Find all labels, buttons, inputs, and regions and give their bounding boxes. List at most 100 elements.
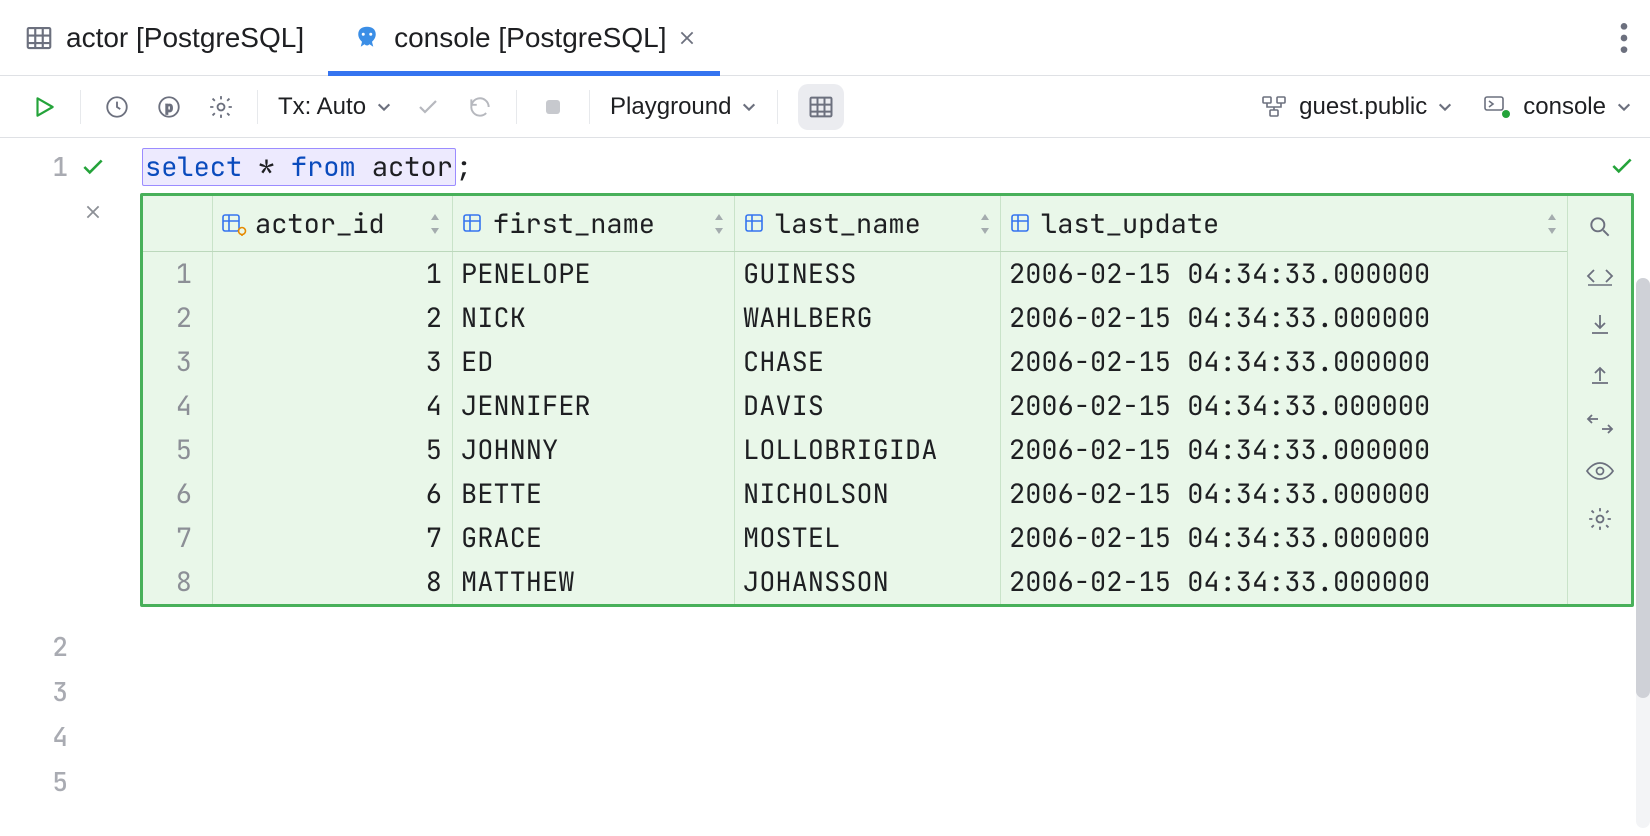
scrollbar-thumb[interactable] [1636,278,1650,698]
cell-last_update[interactable]: 2006-02-15 04:34:33.000000 [1001,472,1567,516]
cell-first_name[interactable]: ED [453,340,735,384]
gutter: 1 2 3 4 5 [0,138,140,836]
cell-actor_id[interactable]: 8 [213,560,453,604]
cell-actor_id[interactable]: 6 [213,472,453,516]
close-icon[interactable] [678,29,696,47]
cell-actor_id[interactable]: 2 [213,296,453,340]
work-area: 1 2 3 4 5 select * from actor; [0,138,1650,836]
scrollbar[interactable] [1636,278,1650,828]
cell-last_update[interactable]: 2006-02-15 04:34:33.000000 [1001,560,1567,604]
import-upload-icon[interactable] [1588,362,1612,388]
tab-bar: actor [PostgreSQL] console [PostgreSQL] [0,0,1650,76]
cell-last_name[interactable]: CHASE [735,340,1001,384]
cell-first_name[interactable]: GRACE [453,516,735,560]
cell-actor_id[interactable]: 4 [213,384,453,428]
grid-settings-icon[interactable] [1587,506,1613,532]
tab-label: console [PostgreSQL] [394,22,666,54]
column-header-last_name[interactable]: last_name [735,196,1001,251]
table-row[interactable]: 77GRACEMOSTEL2006-02-15 04:34:33.000000 [143,516,1567,560]
cell-actor_id[interactable]: 5 [213,428,453,472]
cell-last_name[interactable]: DAVIS [735,384,1001,428]
result-side-actions [1567,196,1631,604]
sort-icon[interactable] [978,214,992,234]
ide-menu-button[interactable] [1598,0,1650,75]
cell-last_name[interactable]: WAHLBERG [735,296,1001,340]
cell-last_name[interactable]: MOSTEL [735,516,1001,560]
line-ok-icon [68,154,118,180]
table-row[interactable]: 22NICKWAHLBERG2006-02-15 04:34:33.000000 [143,296,1567,340]
sort-icon[interactable] [1545,214,1559,234]
table-icon [24,23,54,53]
row-index: 1 [143,252,213,296]
table-row[interactable]: 66BETTENICHOLSON2006-02-15 04:34:33.0000… [143,472,1567,516]
datasource-selector[interactable]: console [1483,93,1632,121]
table-row[interactable]: 33EDCHASE2006-02-15 04:34:33.000000 [143,340,1567,384]
row-index: 4 [143,384,213,428]
commit-button[interactable] [412,87,444,127]
table-row[interactable]: 88MATTHEWJOHANSSON2006-02-15 04:34:33.00… [143,560,1567,604]
cell-last_update[interactable]: 2006-02-15 04:34:33.000000 [1001,296,1567,340]
cell-last_update[interactable]: 2006-02-15 04:34:33.000000 [1001,252,1567,296]
svg-text:p: p [165,99,172,114]
search-icon[interactable] [1587,214,1613,240]
cell-first_name[interactable]: NICK [453,296,735,340]
cell-last_name[interactable]: LOLLOBRIGIDA [735,428,1001,472]
rollback-button[interactable] [464,87,496,127]
playground-dropdown[interactable]: Playground [610,93,757,121]
pg-elephant-icon [352,23,382,53]
datasource-label: console [1523,93,1606,121]
cell-last_name[interactable]: JOHANSSON [735,560,1001,604]
table-row[interactable]: 44JENNIFERDAVIS2006-02-15 04:34:33.00000… [143,384,1567,428]
sort-icon[interactable] [428,214,442,234]
settings-button[interactable] [205,87,237,127]
run-button[interactable] [28,87,60,127]
row-index: 8 [143,560,213,604]
cell-first_name[interactable]: MATTHEW [453,560,735,604]
table-row[interactable]: 11PENELOPEGUINESS2006-02-15 04:34:33.000… [143,252,1567,296]
cell-last_update[interactable]: 2006-02-15 04:34:33.000000 [1001,340,1567,384]
tx-mode-dropdown[interactable]: Tx: Auto [278,93,392,121]
cell-last_update[interactable]: 2006-02-15 04:34:33.000000 [1001,384,1567,428]
tab-label: actor [PostgreSQL] [66,22,304,54]
cell-first_name[interactable]: BETTE [453,472,735,516]
row-index-header [143,196,213,251]
line-number: 3 [0,674,68,709]
cancel-query-button[interactable] [537,87,569,127]
row-index: 5 [143,428,213,472]
ddl-icon[interactable] [1585,264,1615,288]
eye-icon[interactable] [1585,460,1615,482]
cell-first_name[interactable]: PENELOPE [453,252,735,296]
line-number: 1 [0,149,68,184]
column-header-last_update[interactable]: last_update [1001,196,1567,251]
cell-actor_id[interactable]: 7 [213,516,453,560]
code-line[interactable]: select * from actor; [140,144,1650,189]
analysis-ok-icon[interactable] [1600,144,1644,188]
export-download-icon[interactable] [1588,312,1612,338]
line-number: 5 [0,764,68,799]
cell-first_name[interactable]: JOHNNY [453,428,735,472]
sort-icon[interactable] [712,214,726,234]
history-button[interactable] [101,87,133,127]
column-header-first_name[interactable]: first_name [453,196,735,251]
table-row[interactable]: 55JOHNNYLOLLOBRIGIDA2006-02-15 04:34:33.… [143,428,1567,472]
tx-mode-label: Tx: Auto [278,93,366,121]
cell-last_update[interactable]: 2006-02-15 04:34:33.000000 [1001,428,1567,472]
tab-actor[interactable]: actor [PostgreSQL] [0,0,328,75]
row-index: 3 [143,340,213,384]
explain-plan-button[interactable]: p [153,87,185,127]
cell-first_name[interactable]: JENNIFER [453,384,735,428]
compare-icon[interactable] [1586,412,1614,436]
cell-last_name[interactable]: NICHOLSON [735,472,1001,516]
in-editor-results-button[interactable] [798,84,844,130]
tab-console[interactable]: console [PostgreSQL] [328,0,720,75]
close-results-icon[interactable] [68,203,118,221]
schema-selector[interactable]: guest.public [1261,93,1453,121]
cell-last_name[interactable]: GUINESS [735,252,1001,296]
cell-last_update[interactable]: 2006-02-15 04:34:33.000000 [1001,516,1567,560]
result-grid: actor_id first_name [140,193,1634,607]
playground-label: Playground [610,93,731,121]
row-index: 6 [143,472,213,516]
column-header-actor_id[interactable]: actor_id [213,196,453,251]
cell-actor_id[interactable]: 3 [213,340,453,384]
cell-actor_id[interactable]: 1 [213,252,453,296]
